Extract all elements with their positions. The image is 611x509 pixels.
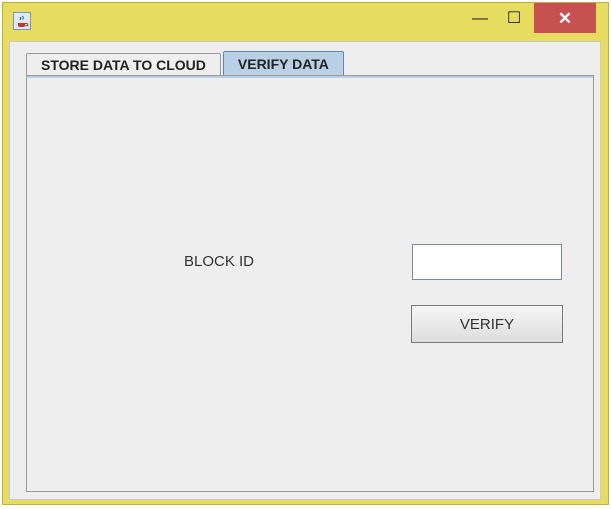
block-id-label: BLOCK ID: [184, 253, 255, 270]
minimize-button[interactable]: —: [465, 5, 495, 33]
block-id-input[interactable]: [412, 244, 562, 280]
tab-store-data-to-cloud[interactable]: STORE DATA TO CLOUD: [26, 53, 221, 75]
minimize-icon: —: [472, 10, 488, 27]
panel-accent-line: [27, 76, 593, 78]
maximize-button[interactable]: ☐: [499, 5, 529, 33]
verify-data-panel: BLOCK ID VERIFY: [26, 75, 594, 492]
maximize-icon: ☐: [506, 10, 522, 27]
window-content: STORE DATA TO CLOUD VERIFY DATA BLOCK ID…: [9, 41, 601, 500]
java-coffee-icon[interactable]: [13, 12, 31, 30]
close-icon: ✕: [557, 8, 573, 28]
verify-button[interactable]: VERIFY: [411, 305, 563, 343]
tab-verify-data[interactable]: VERIFY DATA: [222, 51, 344, 75]
tab-strip: STORE DATA TO CLOUD VERIFY DATA: [26, 51, 344, 75]
close-button[interactable]: ✕: [534, 3, 596, 33]
title-bar[interactable]: — ☐ ✕: [3, 3, 608, 41]
application-window: — ☐ ✕ STORE DATA TO CLOUD VERIFY DATA BL…: [2, 2, 609, 505]
